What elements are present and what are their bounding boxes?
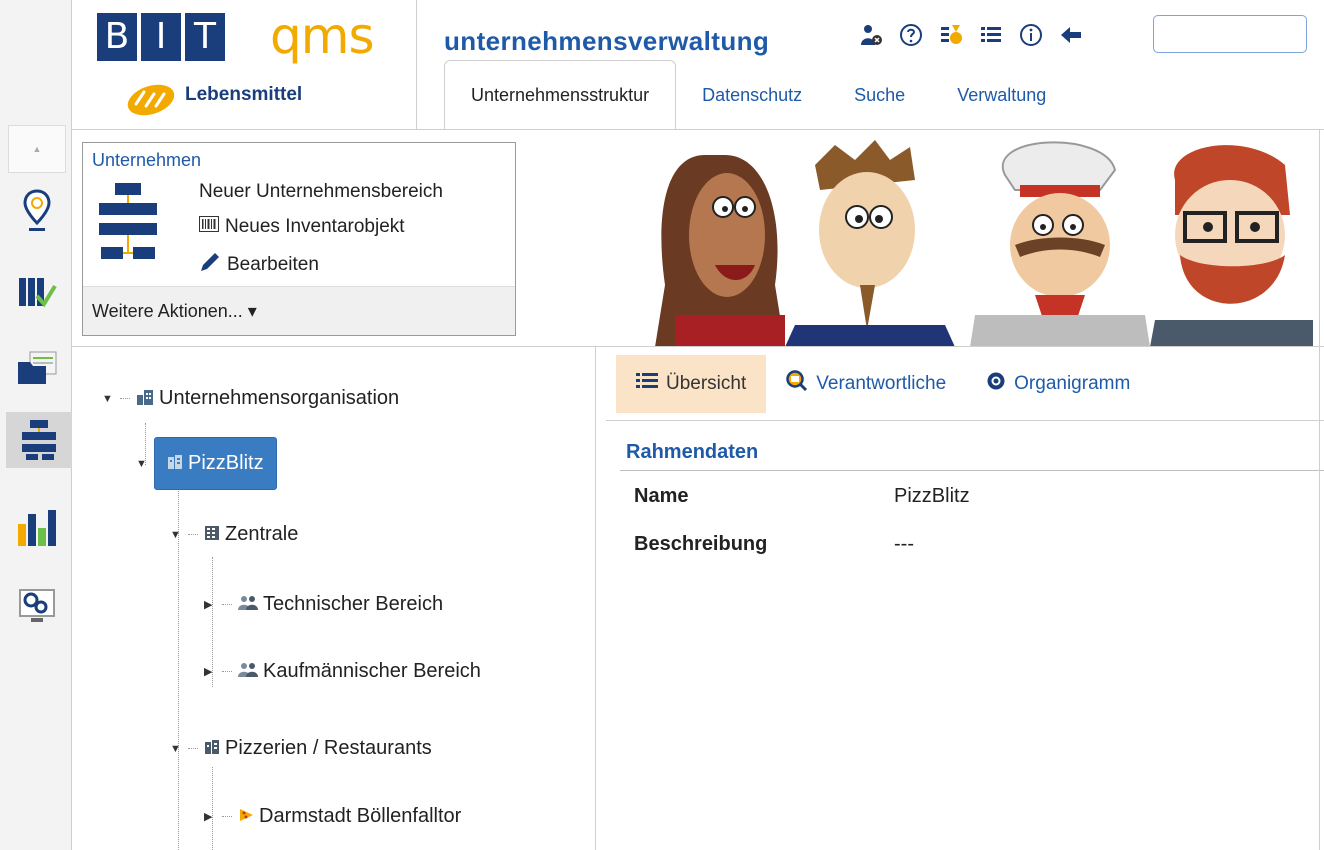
- tree-node-zentrale[interactable]: ▼ Zentrale: [170, 523, 298, 546]
- medal-icon[interactable]: [938, 22, 964, 48]
- tree-connector: [222, 671, 232, 672]
- expand-toggle[interactable]: ▶: [204, 665, 222, 678]
- new-business-unit-action[interactable]: Neuer Unternehmensbereich: [199, 181, 443, 203]
- action-label: Neues Inventarobjekt: [225, 216, 405, 237]
- logo-qms: qms: [270, 7, 374, 65]
- calendar-search-icon: [786, 370, 808, 398]
- help-icon[interactable]: [898, 22, 924, 48]
- org-structure-icon: [97, 181, 159, 274]
- detail-tabs: Übersicht Verantwortliche Organigramm: [616, 355, 1150, 413]
- bread-icon: [124, 78, 178, 123]
- logo-subtitle: Lebensmittel: [185, 84, 303, 105]
- headquarters-icon: [204, 525, 220, 544]
- right-border: [1319, 130, 1320, 850]
- team-icon: [238, 662, 258, 681]
- list-icon: [636, 372, 658, 396]
- field-label-beschreibung: Beschreibung: [634, 533, 768, 555]
- bar-chart-icon[interactable]: [8, 500, 66, 556]
- tree-node-pizzblitz[interactable]: ▼ PizzBlitz: [136, 437, 277, 490]
- pizza-icon: [238, 807, 254, 826]
- expand-toggle[interactable]: ▶: [204, 810, 222, 823]
- tab-unternehmensstruktur[interactable]: Unternehmensstruktur: [444, 60, 677, 130]
- rail-scroll-up-button[interactable]: ▲: [8, 125, 66, 173]
- characters-banner: [645, 135, 1313, 347]
- tree-node-label: Unternehmensorganisation: [159, 387, 400, 409]
- folder-document-icon[interactable]: [8, 340, 66, 396]
- collapse-toggle[interactable]: ▼: [136, 458, 154, 470]
- target-icon: [986, 371, 1006, 397]
- user-admin-icon[interactable]: [858, 22, 884, 48]
- logo-letter: I: [141, 13, 181, 61]
- company-icon: [204, 739, 220, 758]
- logo-letter: B: [97, 13, 137, 61]
- company-icon: [167, 454, 183, 473]
- tree-connector: [120, 398, 130, 399]
- section-title: Rahmendaten: [626, 441, 759, 463]
- tab-label: Organigramm: [1014, 373, 1131, 394]
- tree-node-unternehmensorganisation[interactable]: ▼ Unternehmensorganisation: [102, 387, 399, 410]
- search-input[interactable]: [1153, 15, 1307, 53]
- list-icon[interactable]: [978, 22, 1004, 48]
- app-title: unternehmensverwaltung: [444, 26, 770, 56]
- tree-node-label: PizzBlitz: [154, 437, 277, 490]
- binders-check-icon[interactable]: [8, 264, 66, 320]
- tree-node-technischer-bereich[interactable]: ▶ Technischer Bereich: [204, 593, 443, 616]
- tab-suche[interactable]: Suche: [828, 60, 931, 130]
- toolbar: [858, 22, 1084, 48]
- tab-divider: [606, 420, 1324, 421]
- header-divider: [417, 129, 1324, 130]
- tree-connector: [222, 604, 232, 605]
- tree-connector: [188, 534, 198, 535]
- actions-panel: Unternehmen Neuer Unternehmensbereich Ne…: [82, 142, 516, 336]
- key-monitor-icon[interactable]: [8, 578, 66, 634]
- field-label-name: Name: [634, 485, 689, 507]
- tree-node-label: Zentrale: [225, 523, 299, 545]
- main-tabs: Unternehmensstruktur Datenschutz Suche V…: [444, 60, 1072, 130]
- tab-uebersicht[interactable]: Übersicht: [616, 355, 767, 413]
- tree-connector: [222, 816, 232, 817]
- location-pin-icon[interactable]: [8, 183, 66, 239]
- tree-node-label: Kaufmännischer Bereich: [263, 660, 481, 682]
- new-inventory-object-action[interactable]: Neues Inventarobjekt: [199, 216, 405, 238]
- org-structure-icon[interactable]: [6, 412, 72, 468]
- edit-action[interactable]: Bearbeiten: [199, 251, 319, 279]
- logo-letter: T: [185, 13, 225, 61]
- more-actions-dropdown[interactable]: Weitere Aktionen... ▾: [83, 286, 515, 335]
- tree-node-pizzerien-restaurants[interactable]: ▼ Pizzerien / Restaurants: [170, 737, 432, 760]
- team-icon: [238, 595, 258, 614]
- actions-title: Unternehmen: [92, 150, 202, 170]
- field-value-name: PizzBlitz: [894, 485, 970, 507]
- action-label: Bearbeiten: [227, 254, 319, 275]
- pencil-icon: [199, 251, 221, 279]
- collapse-toggle[interactable]: ▼: [170, 529, 188, 541]
- tab-label: Verantwortliche: [816, 373, 947, 394]
- detail-panel: Übersicht Verantwortliche Organigramm Ra…: [596, 347, 1324, 850]
- collapse-toggle[interactable]: ▼: [102, 393, 120, 405]
- tree-node-label: Pizzerien / Restaurants: [225, 737, 432, 759]
- tree-connector: [188, 748, 198, 749]
- tree-node-label: Darmstadt Böllenfalltor: [259, 805, 462, 827]
- tab-label: Übersicht: [666, 373, 747, 394]
- logo-area: B I T qms Lebensmittel: [72, 0, 417, 130]
- tab-verwaltung[interactable]: Verwaltung: [931, 60, 1072, 130]
- tab-verantwortliche[interactable]: Verantwortliche: [766, 355, 966, 413]
- field-value-beschreibung: ---: [894, 533, 914, 555]
- tab-organigramm[interactable]: Organigramm: [966, 355, 1150, 413]
- collapse-toggle[interactable]: ▼: [170, 743, 188, 755]
- logo-bit: B I T: [97, 13, 225, 61]
- barcode-icon: [199, 216, 219, 238]
- action-label: Neuer Unternehmensbereich: [199, 181, 443, 202]
- organisation-tree: ▼ Unternehmensorganisation ▼ PizzBlitz ▼…: [72, 347, 595, 850]
- back-arrow-icon[interactable]: [1058, 22, 1084, 48]
- org-building-icon: [136, 389, 154, 408]
- info-icon[interactable]: [1018, 22, 1044, 48]
- tree-node-label: Technischer Bereich: [263, 593, 444, 615]
- tree-node-text: PizzBlitz: [188, 452, 264, 474]
- tree-node-kaufmaennischer-bereich[interactable]: ▶ Kaufmännischer Bereich: [204, 660, 481, 683]
- tree-node-darmstadt-boellenfalltor[interactable]: ▶ Darmstadt Böllenfalltor: [204, 805, 461, 828]
- expand-toggle[interactable]: ▶: [204, 598, 222, 611]
- left-rail: ▲: [0, 0, 72, 850]
- tab-datenschutz[interactable]: Datenschutz: [676, 60, 828, 130]
- section-divider: [620, 470, 1324, 471]
